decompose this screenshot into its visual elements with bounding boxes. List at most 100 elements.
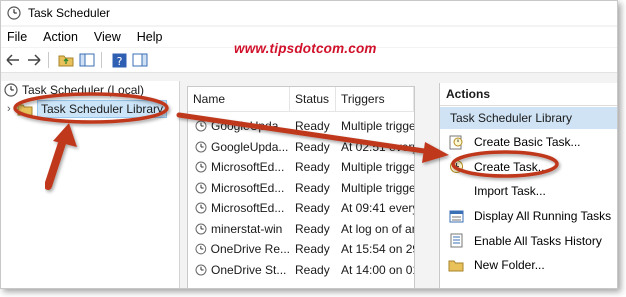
window-title: Task Scheduler xyxy=(28,6,111,20)
task-name-cell: MicrosoftEd... xyxy=(188,181,290,195)
menu-action[interactable]: Action xyxy=(35,30,86,44)
table-row[interactable]: OneDrive Re... Ready At 15:54 on 29, xyxy=(188,239,414,260)
toolbar-separator xyxy=(101,52,102,68)
create-task-icon xyxy=(448,159,464,175)
action-label: Display All Running Tasks xyxy=(474,209,612,224)
task-scheduler-window: Task Scheduler File Action View Help ? w… xyxy=(0,0,618,289)
create-basic-task-icon xyxy=(448,134,464,150)
tree-item-task-scheduler-library[interactable]: › Task Scheduler Library xyxy=(7,100,168,118)
action-import-task[interactable]: Import Task... xyxy=(440,179,617,204)
task-list: Name Status Triggers GoogleUpda... Ready M… xyxy=(187,86,415,288)
task-name-cell: OneDrive Re... xyxy=(188,242,290,256)
svg-text:?: ? xyxy=(116,55,122,68)
chevron-right-icon[interactable]: › xyxy=(7,103,17,115)
task-status: Ready xyxy=(295,221,330,236)
forward-arrow-icon[interactable] xyxy=(25,51,43,69)
actions-heading: Actions xyxy=(440,83,617,106)
task-status: Ready xyxy=(295,180,330,195)
table-row[interactable]: MicrosoftEd... Ready Multiple trigge xyxy=(188,157,414,178)
running-tasks-icon xyxy=(448,208,464,224)
task-status: Ready xyxy=(295,242,330,257)
task-status: Ready xyxy=(295,139,330,154)
action-label: Create Basic Task... xyxy=(474,135,581,150)
watermark: www.tipsdotcom.com xyxy=(234,41,377,56)
task-name-cell: minerstat-win xyxy=(188,222,290,236)
task-clock-icon xyxy=(195,161,207,173)
task-name-cell: MicrosoftEd... xyxy=(188,201,290,215)
action-enable-tasks-history[interactable]: Enable All Tasks History xyxy=(440,228,617,253)
menu-view[interactable]: View xyxy=(86,30,129,44)
actions-list: Create Basic Task... Create Task... Impo… xyxy=(440,130,617,278)
tree-child-label: Task Scheduler Library xyxy=(37,100,168,118)
actions-section-header[interactable]: Task Scheduler Library xyxy=(440,107,617,129)
column-header-triggers[interactable]: Triggers xyxy=(336,87,414,111)
task-clock-icon xyxy=(195,141,207,153)
task-clock-icon xyxy=(195,243,207,255)
column-header-status[interactable]: Status xyxy=(290,87,336,111)
task-name: minerstat-win xyxy=(211,221,283,236)
menu-help[interactable]: Help xyxy=(129,30,171,44)
task-name-cell: MicrosoftEd... xyxy=(188,160,290,174)
task-name-cell: OneDrive St... xyxy=(188,263,290,277)
folder-icon xyxy=(448,257,464,273)
task-name: GoogleUpda... xyxy=(211,119,289,134)
task-trigger: At 14:00 on 01 xyxy=(341,262,414,277)
task-name-cell: GoogleUpda... xyxy=(188,119,290,133)
back-arrow-icon[interactable] xyxy=(4,51,22,69)
column-header-row: Name Status Triggers xyxy=(188,87,414,112)
task-name: MicrosoftEd... xyxy=(211,201,285,216)
table-row[interactable]: MicrosoftEd... Ready At 09:41 every xyxy=(188,198,414,219)
action-create-task[interactable]: Create Task... xyxy=(440,155,617,180)
task-name: OneDrive St... xyxy=(211,262,287,277)
column-header-name[interactable]: Name xyxy=(188,87,290,111)
tree-root[interactable]: Task Scheduler (Local) xyxy=(4,83,144,97)
tree-root-label: Task Scheduler (Local) xyxy=(22,83,145,97)
tasks-history-icon xyxy=(448,233,464,249)
clock-icon xyxy=(4,83,18,97)
task-trigger: Multiple trigge xyxy=(341,160,414,175)
help-icon[interactable]: ? xyxy=(110,51,128,69)
toolbar-separator xyxy=(48,52,49,68)
import-task-icon xyxy=(448,183,464,199)
task-trigger: At 09:41 every xyxy=(341,201,414,216)
action-label: Create Task... xyxy=(474,159,548,174)
table-row[interactable]: GoogleUpda... Ready Multiple trigge xyxy=(188,116,414,137)
action-new-folder[interactable]: New Folder... xyxy=(440,253,617,278)
task-status: Ready xyxy=(295,160,330,175)
task-trigger: At 15:54 on 29, xyxy=(341,242,414,257)
task-trigger: At log on of ar xyxy=(341,221,414,236)
action-label: Import Task... xyxy=(474,184,546,199)
action-create-basic-task[interactable]: Create Basic Task... xyxy=(440,130,617,155)
actions-pane: Actions Task Scheduler Library Create Ba… xyxy=(439,83,617,288)
task-status: Ready xyxy=(295,119,330,134)
table-row[interactable]: GoogleUpda... Ready At 02:51 every xyxy=(188,137,414,158)
task-name: OneDrive Re... xyxy=(210,242,290,257)
console-tree: Task Scheduler (Local) › Task Scheduler … xyxy=(1,81,180,288)
table-row[interactable]: minerstat-win Ready At log on of ar xyxy=(188,219,414,240)
task-clock-icon xyxy=(195,120,207,132)
action-label: New Folder... xyxy=(474,258,545,273)
folder-icon xyxy=(17,104,33,116)
action-label: Enable All Tasks History xyxy=(474,233,602,248)
action-display-running-tasks[interactable]: Display All Running Tasks xyxy=(440,204,617,229)
table-row[interactable]: MicrosoftEd... Ready Multiple trigge xyxy=(188,178,414,199)
task-trigger: Multiple trigge xyxy=(341,180,414,195)
task-clock-icon xyxy=(195,264,207,276)
task-name-cell: GoogleUpda... xyxy=(188,140,290,154)
table-row[interactable]: OneDrive St... Ready At 14:00 on 01 xyxy=(188,260,414,281)
task-status: Ready xyxy=(295,262,330,277)
title-bar: Task Scheduler xyxy=(1,1,617,25)
task-status: Ready xyxy=(295,201,330,216)
clock-icon xyxy=(7,6,21,20)
task-rows: GoogleUpda... Ready Multiple trigge GoogleU… xyxy=(188,116,414,280)
menu-file[interactable]: File xyxy=(1,30,35,44)
task-clock-icon xyxy=(195,223,207,235)
task-trigger: Multiple trigge xyxy=(341,119,414,134)
show-hide-action-pane-icon[interactable] xyxy=(131,51,149,69)
folder-up-icon[interactable] xyxy=(57,51,75,69)
task-clock-icon xyxy=(195,182,207,194)
task-name: MicrosoftEd... xyxy=(211,180,285,195)
task-trigger: At 02:51 every xyxy=(341,139,414,154)
show-hide-console-tree-icon[interactable] xyxy=(78,51,96,69)
task-clock-icon xyxy=(195,202,207,214)
